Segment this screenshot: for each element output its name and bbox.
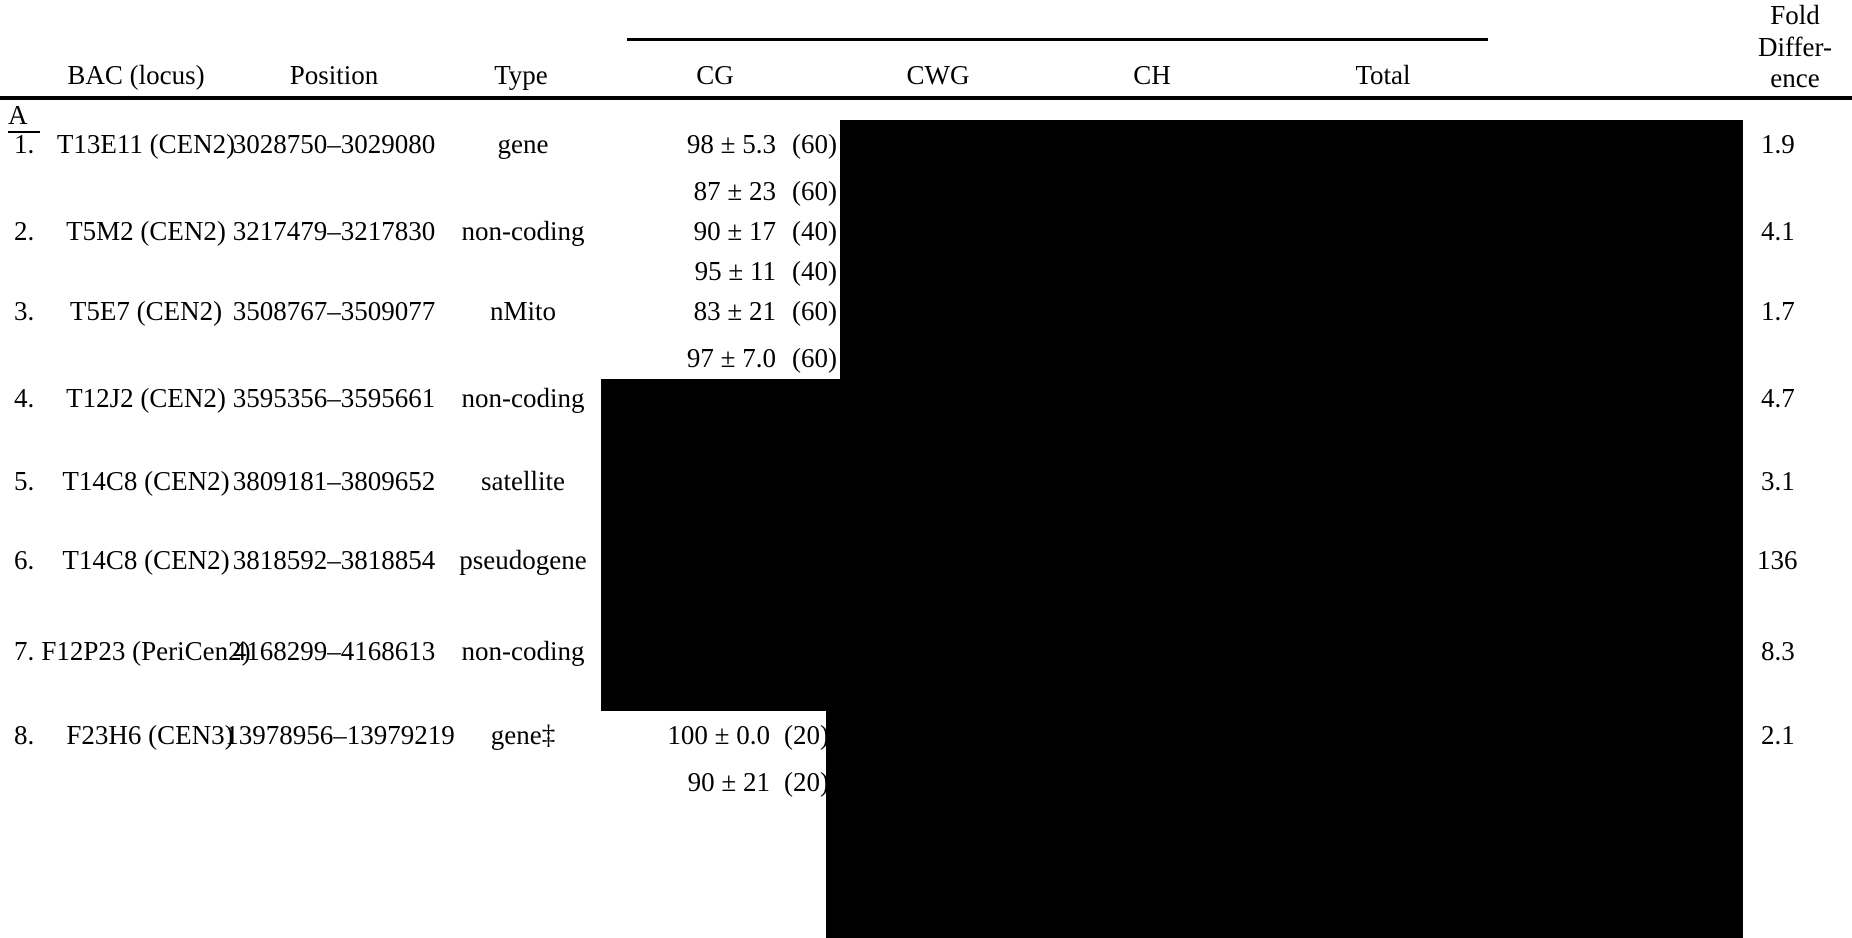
table-row-cg-value-a: 83 ± 21 <box>693 296 776 326</box>
table-row-position: 3595356–3595661 <box>232 383 436 413</box>
table-row-bac-locus: T14C8 (CEN2) <box>62 545 230 575</box>
table-row-position: 3818592–3818854 <box>232 545 436 575</box>
column-header-bac-locus: BAC (locus) <box>67 60 205 90</box>
table-row-bac-locus: F23H6 (CEN3) <box>66 720 234 750</box>
table-row-bac-locus: T13E11 (CEN2) <box>56 129 236 159</box>
table-row-type: non-coding <box>461 383 585 413</box>
table-row-bac-locus: T5E7 (CEN2) <box>69 296 223 326</box>
redaction-block-rows-4-7 <box>601 379 1485 711</box>
table-row-fold-difference: 136 <box>1757 545 1798 575</box>
table-row-type: non-coding <box>461 636 585 666</box>
table-row-cg-n-b: (40) <box>792 256 837 286</box>
table-row-type: gene <box>497 129 549 159</box>
table-row-type: non-coding <box>461 216 585 246</box>
table-row-fold-difference: 1.7 <box>1761 296 1795 326</box>
table-row-bac-locus: T12J2 (CEN2) <box>66 383 226 413</box>
table-row-cg-n-a: (60) <box>792 296 837 326</box>
table-row-position: 3809181–3809652 <box>232 466 436 496</box>
redaction-block-rows-1-3 <box>840 120 1485 382</box>
table-row-index: 1. <box>14 129 35 159</box>
table-row-cg-n-b: (60) <box>792 176 837 206</box>
column-header-fold-line2: Differ- <box>1758 32 1832 62</box>
table-row-position: 3217479–3217830 <box>232 216 436 246</box>
table-row-fold-difference: 4.7 <box>1761 383 1795 413</box>
table-row-index: 7. <box>14 636 35 666</box>
table-row-index: 3. <box>14 296 35 326</box>
column-header-ch: CH <box>1133 60 1171 90</box>
table-row-cg-value-a: 100 ± 0.0 <box>667 720 770 750</box>
table-row-fold-difference: 4.1 <box>1761 216 1795 246</box>
redaction-block-row-8 <box>826 708 1485 938</box>
table-row-index: 2. <box>14 216 35 246</box>
header-bottom-rule <box>0 96 1852 100</box>
table-row-index: 8. <box>14 720 35 750</box>
column-header-cwg: CWG <box>906 60 970 90</box>
column-header-type: Type <box>494 60 548 90</box>
column-header-total: Total <box>1355 60 1411 90</box>
column-header-fold-line3: ence <box>1770 63 1820 93</box>
table-row-cg-n-a: (60) <box>792 129 837 159</box>
table-row-position: 4168299–4168613 <box>232 636 436 666</box>
column-header-position: Position <box>289 60 379 90</box>
table-row-type: gene‡ <box>490 720 556 750</box>
table-row-cg-value-b: 87 ± 23 <box>693 176 776 206</box>
table-row-type: satellite <box>481 466 565 496</box>
spanner-rule <box>627 38 1488 41</box>
table-row-index: 5. <box>14 466 35 496</box>
table-row-cg-n-b: (20) <box>784 767 829 797</box>
table-row-cg-value-a: 90 ± 17 <box>693 216 776 246</box>
table-row-bac-locus: F12P23 (PeriCen2) <box>41 636 251 666</box>
table-row-position: 3028750–3029080 <box>232 129 436 159</box>
redaction-block-total-column <box>1485 120 1743 938</box>
table-row-cg-value-b: 97 ± 7.0 <box>686 343 776 373</box>
table-row-position: 13978956–13979219 <box>225 720 455 750</box>
table-row-position: 3508767–3509077 <box>232 296 436 326</box>
table-row-fold-difference: 2.1 <box>1761 720 1795 750</box>
table-page: Fold Differ- ence BAC (locus) Position T… <box>0 0 1852 938</box>
table-row-cg-n-a: (40) <box>792 216 837 246</box>
table-row-index: 6. <box>14 545 35 575</box>
table-row-cg-value-b: 90 ± 21 <box>687 767 770 797</box>
table-row-index: 4. <box>14 383 35 413</box>
table-row-fold-difference: 1.9 <box>1761 129 1795 159</box>
table-row-fold-difference: 8.3 <box>1761 636 1795 666</box>
table-row-bac-locus: T14C8 (CEN2) <box>62 466 230 496</box>
table-row-type: pseudogene <box>459 545 587 575</box>
table-row-cg-value-b: 95 ± 11 <box>694 256 776 286</box>
table-row-cg-value-a: 98 ± 5.3 <box>686 129 776 159</box>
table-row-bac-locus: T5M2 (CEN2) <box>66 216 226 246</box>
table-row-type: nMito <box>489 296 557 326</box>
table-row-cg-n-a: (20) <box>784 720 829 750</box>
column-header-cg: CG <box>696 60 734 90</box>
table-row-fold-difference: 3.1 <box>1761 466 1795 496</box>
column-header-fold-line1: Fold <box>1770 0 1820 30</box>
table-row-cg-n-b: (60) <box>792 343 837 373</box>
